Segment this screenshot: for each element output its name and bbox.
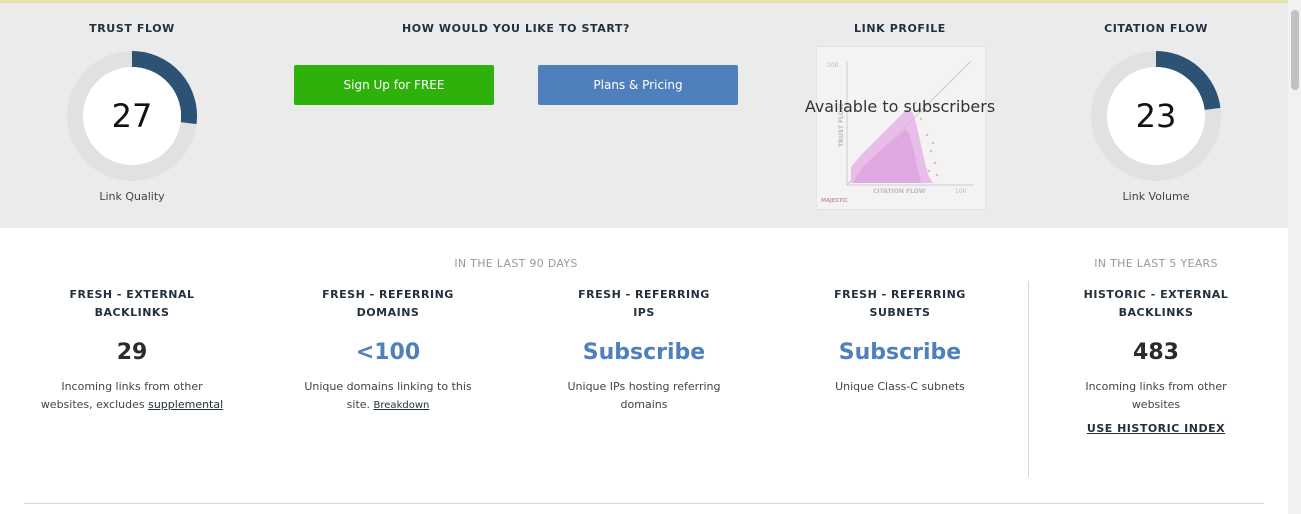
scrollbar-thumb[interactable] bbox=[1291, 10, 1299, 90]
stat-value[interactable]: <100 bbox=[288, 338, 488, 368]
subscribe-link[interactable]: Subscribe bbox=[800, 338, 1000, 368]
link-profile-preview: 100 TRUST FLOW CITATION FLOW 100 MAJESTI… bbox=[816, 46, 986, 210]
period-label-90-days: IN THE LAST 90 DAYS bbox=[454, 257, 578, 270]
stat-fresh-referring-domains: FRESH - REFERRING DOMAINS <100 Unique dom… bbox=[288, 286, 488, 415]
stat-title: HISTORIC - EXTERNAL BACKLINKS bbox=[1083, 288, 1229, 319]
use-historic-index-link[interactable]: USE HISTORIC INDEX bbox=[1056, 420, 1256, 438]
trust-flow-caption: Link Quality bbox=[99, 190, 165, 203]
section-divider bbox=[24, 503, 1264, 504]
stat-fresh-referring-subnets: FRESH - REFERRING SUBNETS Subscribe Uniqu… bbox=[800, 286, 1000, 396]
stat-fresh-external-backlinks: FRESH - EXTERNAL BACKLINKS 29 Incoming li… bbox=[32, 286, 232, 414]
stat-description: Incoming links from other websites USE HI… bbox=[1056, 378, 1256, 438]
page-scrollbar[interactable] bbox=[1288, 0, 1301, 514]
subscribe-link[interactable]: Subscribe bbox=[544, 338, 744, 368]
link-profile-axis-x: CITATION FLOW bbox=[873, 188, 926, 195]
link-profile-overlay-text: Available to subscribers bbox=[804, 97, 996, 116]
citation-flow-value: 23 bbox=[1135, 97, 1177, 135]
majestic-logo-icon: MAJESTIC bbox=[821, 198, 848, 204]
stat-fresh-referring-ips: FRESH - REFERRING IPS Subscribe Unique IP… bbox=[544, 286, 744, 414]
citation-flow-caption: Link Volume bbox=[1122, 190, 1190, 203]
stat-description: Incoming links from other websites, exclu… bbox=[40, 380, 224, 411]
trust-flow-gauge: 27 bbox=[67, 51, 197, 181]
stat-value: 29 bbox=[116, 340, 148, 365]
stat-description: Unique IPs hosting referring domains bbox=[567, 380, 721, 411]
link-profile-tick-x-max: 100 bbox=[955, 188, 967, 195]
trust-flow-value: 27 bbox=[111, 97, 153, 135]
breakdown-link[interactable]: Breakdown bbox=[374, 400, 430, 411]
stat-value: 483 bbox=[1133, 340, 1179, 365]
stat-title: FRESH - REFERRING SUBNETS bbox=[834, 288, 966, 319]
stat-title: FRESH - EXTERNAL BACKLINKS bbox=[69, 288, 195, 319]
stat-description: Unique domains linking to this site. Brea… bbox=[304, 380, 472, 411]
link-profile-scatter-image: 100 TRUST FLOW CITATION FLOW 100 MAJESTI… bbox=[821, 60, 973, 204]
stat-title: FRESH - REFERRING IPS bbox=[578, 288, 710, 319]
column-divider bbox=[1028, 281, 1029, 477]
stat-title: FRESH - REFERRING DOMAINS bbox=[322, 288, 454, 319]
citation-flow-title: CITATION FLOW bbox=[1104, 22, 1208, 35]
plans-pricing-button[interactable]: Plans & Pricing bbox=[538, 65, 738, 105]
link-profile-title: LINK PROFILE bbox=[854, 22, 946, 35]
stat-historic-external-backlinks: HISTORIC - EXTERNAL BACKLINKS 483 Incomin… bbox=[1056, 286, 1256, 438]
stat-description: Unique Class-C subnets bbox=[835, 380, 965, 393]
period-label-5-years: IN THE LAST 5 YEARS bbox=[1094, 257, 1218, 270]
start-title: HOW WOULD YOU LIKE TO START? bbox=[402, 22, 630, 35]
citation-flow-gauge: 23 bbox=[1091, 51, 1221, 181]
trust-flow-title: TRUST FLOW bbox=[89, 22, 175, 35]
supplemental-link[interactable]: supplemental bbox=[148, 398, 223, 411]
sign-up-free-button[interactable]: Sign Up for FREE bbox=[294, 65, 494, 105]
link-profile-tick-y-max: 100 bbox=[827, 62, 839, 69]
